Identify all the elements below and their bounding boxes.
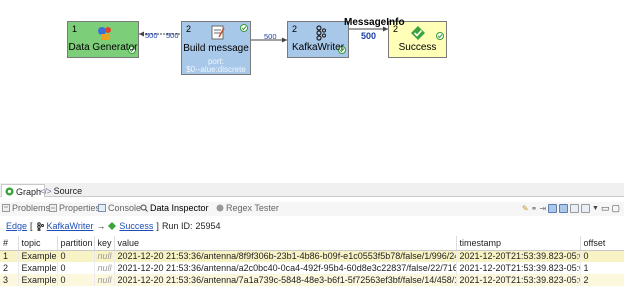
tab-data-inspector[interactable]: Data Inspector — [140, 203, 209, 213]
node-label: Success — [398, 42, 437, 53]
tab-problems[interactable]: Problems — [2, 203, 50, 213]
maximize-icon[interactable]: ▢ — [611, 203, 620, 214]
regex-icon — [216, 204, 224, 212]
cell-offset: 2 — [580, 274, 624, 286]
success-check-icon — [411, 26, 425, 40]
tab-label: Source — [53, 186, 83, 196]
cell-key: null — [94, 250, 115, 262]
table-row[interactable]: 1 Example 0 null 2021-12-20 21:53:36/ant… — [0, 250, 624, 262]
edge-arrowhead — [139, 31, 144, 37]
node-build-message[interactable]: 2 Build message port: $0--alue:discrete — [181, 21, 251, 75]
table-row[interactable]: 2 Example 0 null 2021-12-20 21:53:36/ant… — [0, 262, 624, 274]
node-number: 1 — [72, 24, 78, 34]
pin-icon[interactable]: ✎ — [522, 204, 529, 213]
export-icon[interactable] — [581, 204, 591, 213]
view-menu-icon[interactable]: ▼ — [592, 205, 599, 212]
edge-record-count: 500 — [166, 31, 179, 40]
text-view-icon[interactable] — [570, 204, 580, 213]
table-row[interactable]: 3 Example 0 null 2021-12-20 21:53:36/ant… — [0, 274, 624, 286]
grid-view-icon[interactable] — [548, 204, 558, 213]
inspector-toolbar: ✎ ⚭ ⇥ ▼ ▭ ▢ — [522, 202, 620, 215]
data-inspector-table: # topic partition key value timestamp of… — [0, 236, 624, 286]
filter-icon[interactable]: ⇥ — [539, 204, 546, 213]
table-header-row: # topic partition key value timestamp of… — [0, 236, 624, 251]
bracket-close: ] — [156, 221, 159, 231]
column-header[interactable]: partition — [57, 236, 95, 251]
record-view-icon[interactable] — [559, 204, 569, 213]
edge-source-link[interactable]: KafkaWriter — [47, 221, 94, 231]
tab-source[interactable]: </> Source — [37, 184, 85, 197]
cell-key: null — [94, 274, 115, 286]
node-value-hint: $0--alue:discrete — [186, 65, 246, 74]
source-icon: </> — [40, 186, 52, 196]
tab-label: Data Inspector — [150, 203, 209, 213]
cell-partition: 0 — [57, 262, 95, 274]
tab-regex-tester[interactable]: Regex Tester — [216, 203, 279, 213]
cell-timestamp: 2021-12-20T21:53:39.823-05:00 — [456, 262, 581, 274]
node-kafka-writer[interactable]: 2 KafkaWriter — [287, 21, 349, 58]
node-number: 2 — [186, 24, 192, 34]
column-header[interactable]: # — [0, 236, 19, 251]
minimize-icon[interactable]: ▭ — [601, 203, 610, 214]
column-header[interactable]: value — [114, 236, 457, 251]
cell-topic: Example — [18, 250, 58, 262]
link-icon[interactable]: ⚭ — [531, 204, 538, 213]
editor-tabs: Graph </> Source — [0, 183, 624, 197]
edge-record-count: 500 — [145, 31, 158, 40]
cell-partition: 0 — [57, 250, 95, 262]
cell-partition: 0 — [57, 274, 95, 286]
data-inspector-icon — [140, 204, 148, 212]
tab-label: Console — [108, 203, 142, 213]
edge-metadata-label[interactable]: MessageInfo — [344, 17, 405, 28]
run-id-label: Run ID: — [161, 221, 193, 231]
console-icon — [98, 204, 106, 212]
cell-timestamp: 2021-12-20T21:53:39.823-05:00 — [456, 274, 581, 286]
edge-record-count: 500 — [361, 31, 377, 41]
node-label: KafkaWriter — [291, 42, 345, 53]
status-ok-icon — [240, 24, 248, 32]
cell-value: 2021-12-20 21:53:36/antenna/8f9f306b-23b… — [114, 250, 457, 262]
tab-label: Problems — [12, 203, 51, 213]
properties-icon — [49, 204, 57, 212]
edge-record-count: 500 — [264, 32, 277, 41]
column-header[interactable]: topic — [18, 236, 58, 251]
row-number: 1 — [0, 250, 19, 262]
edge-target-link[interactable]: Success — [119, 221, 153, 231]
row-number: 3 — [0, 274, 19, 286]
column-header[interactable]: offset — [580, 236, 624, 251]
row-number: 2 — [0, 262, 19, 274]
inspector-edge-header: Edge [ KafkaWriter → Success ] Run ID: 2… — [6, 221, 220, 231]
success-check-icon — [108, 222, 117, 230]
edge-link[interactable]: Edge — [6, 221, 27, 231]
tab-label: Properties — [59, 203, 101, 213]
cell-key: null — [94, 262, 115, 274]
tab-label: Regex Tester — [226, 203, 279, 213]
graph-canvas[interactable]: 1 Data Generator 2 Build message port: $… — [0, 0, 624, 182]
bracket-open: [ — [30, 221, 33, 231]
node-number: 2 — [292, 24, 298, 34]
column-header[interactable]: key — [94, 236, 115, 251]
script-icon — [211, 25, 225, 40]
cell-value: 2021-12-20 21:53:36/antenna/a2c0bc40-0ca… — [114, 262, 457, 274]
cell-offset: 1 — [580, 262, 624, 274]
tab-properties[interactable]: Properties — [49, 203, 100, 213]
column-header[interactable]: timestamp — [456, 236, 581, 251]
kafka-icon — [36, 221, 44, 231]
cell-topic: Example — [18, 274, 58, 286]
edge-arrow: → — [96, 221, 106, 231]
graph-icon — [5, 187, 14, 196]
problems-icon — [2, 204, 10, 212]
node-data-generator[interactable]: 1 Data Generator — [67, 21, 139, 58]
node-label: Data Generator — [68, 42, 138, 53]
cell-timestamp: 2021-12-20T21:53:39.823-05:00 — [456, 250, 581, 262]
node-label: Build message — [183, 43, 249, 54]
tab-console[interactable]: Console — [98, 203, 141, 213]
cell-value: 2021-12-20 21:53:36/antenna/7a1a739c-584… — [114, 274, 457, 286]
status-ok-icon — [436, 32, 444, 40]
data-generator-icon — [98, 27, 111, 40]
cell-topic: Example — [18, 262, 58, 274]
run-id-value: 25954 — [195, 221, 221, 231]
kafka-icon — [316, 25, 326, 41]
cell-offset: 0 — [580, 250, 624, 262]
